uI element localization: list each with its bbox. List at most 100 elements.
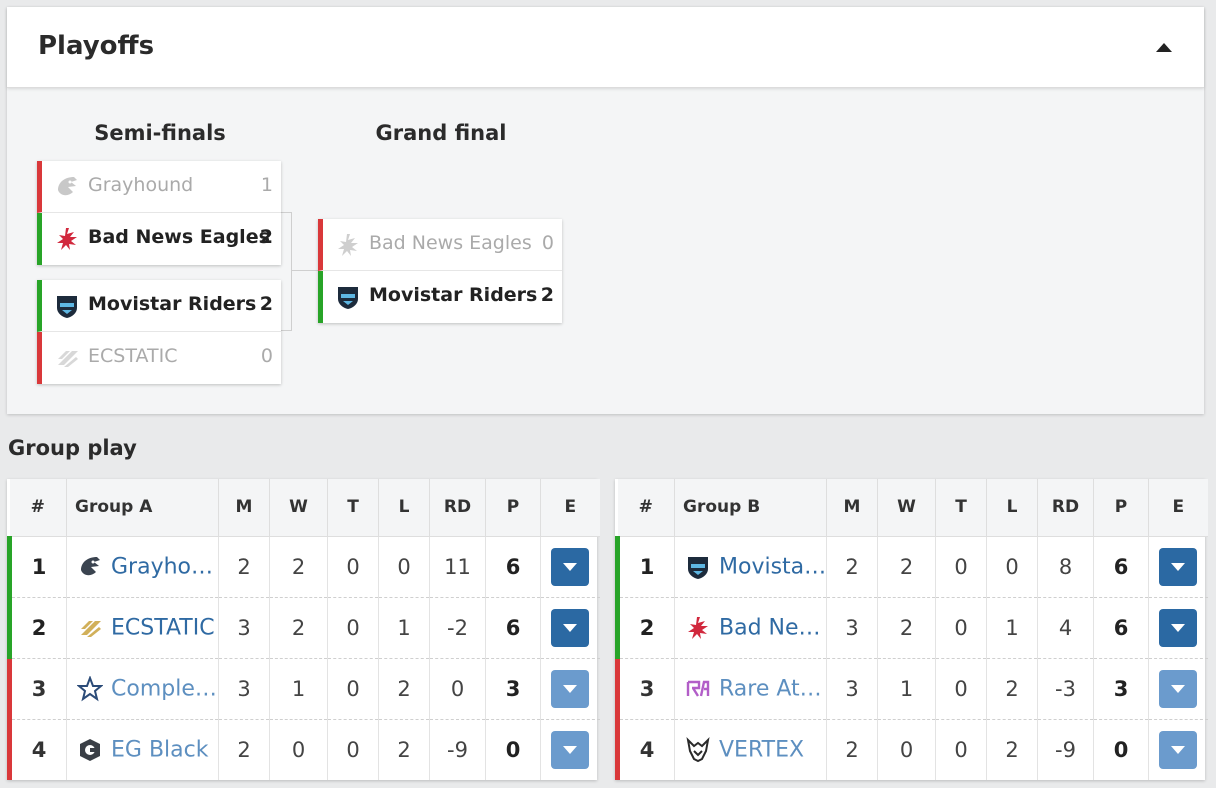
match-slot[interactable]: Bad News Eagles 0 — [318, 219, 562, 271]
col-header-losses[interactable]: L — [986, 479, 1038, 537]
table-row: 2 ECSTATIC 3 2 0 1 -2 6 — [7, 597, 600, 659]
match-slot[interactable]: ECSTATIC 0 — [37, 332, 281, 384]
matches-cell: 2 — [218, 719, 270, 780]
team-link[interactable]: EG Black — [111, 737, 208, 762]
team-link[interactable]: Bad Ne… — [719, 615, 821, 640]
col-header-wins[interactable]: W — [269, 479, 328, 537]
expand-chevron-down-button[interactable] — [1159, 669, 1198, 708]
col-header-ties[interactable]: T — [327, 479, 379, 537]
team-name: Grayhound — [88, 174, 194, 196]
team-link[interactable]: ECSTATIC — [111, 615, 215, 640]
match-slot[interactable]: Movistar Riders 2 — [318, 271, 562, 323]
bad-news-eagles-logo-icon — [685, 615, 711, 641]
rank-cell: 1 — [615, 536, 675, 598]
table-row: 4 VERTEX 2 0 0 2 -9 0 — [615, 719, 1208, 780]
expand-chevron-down-button[interactable] — [551, 669, 590, 708]
col-header-losses[interactable]: L — [378, 479, 430, 537]
team-cell[interactable]: Movista… — [674, 536, 827, 598]
col-header-matches[interactable]: M — [826, 479, 878, 537]
ecstatic-logo-icon — [77, 615, 103, 641]
team-name: Bad News Eagles — [88, 226, 270, 248]
team-name: ECSTATIC — [88, 345, 178, 367]
col-header-expand: E — [540, 479, 600, 537]
rank-cell: 3 — [7, 658, 67, 720]
wins-cell: 2 — [877, 597, 936, 659]
match-slot[interactable]: Bad News Eagles 2 — [37, 213, 281, 265]
match-slot[interactable]: Movistar Riders 2 — [37, 280, 281, 332]
eg-logo-icon — [77, 737, 103, 763]
col-header-matches[interactable]: M — [218, 479, 270, 537]
points-cell: 6 — [485, 536, 541, 598]
movistar-riders-logo-icon — [685, 554, 711, 580]
playoffs-header[interactable]: Playoffs — [7, 7, 1204, 88]
col-header-group-name[interactable]: Group A — [66, 479, 219, 537]
team-score: 0 — [541, 232, 554, 254]
team-name: Movistar Riders — [369, 284, 538, 306]
team-link[interactable]: Movista… — [719, 554, 826, 579]
match-slot[interactable]: Grayhound 1 — [37, 161, 281, 213]
team-cell[interactable]: Rare At… — [674, 658, 827, 720]
round-diff-cell: 8 — [1037, 536, 1094, 598]
losses-cell: 0 — [378, 536, 430, 598]
matches-cell: 2 — [826, 719, 878, 780]
team-cell[interactable]: Comple… — [66, 658, 219, 720]
expand-chevron-down-button[interactable] — [551, 547, 590, 586]
col-header-group-name[interactable]: Group B — [674, 479, 827, 537]
matches-cell: 3 — [218, 597, 270, 659]
wins-cell: 0 — [877, 719, 936, 780]
table-row: 1 Grayho… 2 2 0 0 11 6 — [7, 536, 600, 598]
expand-cell — [1148, 536, 1208, 598]
expand-chevron-down-button[interactable] — [551, 608, 590, 647]
wins-cell: 2 — [269, 536, 328, 598]
team-cell[interactable]: Bad Ne… — [674, 597, 827, 659]
match-semi-final-2[interactable]: Movistar Riders 2 ECSTATIC 0 — [37, 280, 281, 384]
team-name: Bad News Eagles — [369, 232, 532, 254]
team-link[interactable]: Grayho… — [111, 554, 213, 579]
col-header-rank[interactable]: # — [9, 479, 67, 537]
col-header-round-diff[interactable]: RD — [1037, 479, 1094, 537]
movistar-riders-logo-icon — [54, 293, 80, 319]
ties-cell: 0 — [935, 536, 987, 598]
col-header-wins[interactable]: W — [877, 479, 936, 537]
matches-cell: 2 — [218, 536, 270, 598]
col-header-round-diff[interactable]: RD — [429, 479, 486, 537]
group-b-table: # Group B M W T L RD P E 1 Movista… 2 2 … — [615, 479, 1208, 780]
table-header-row: # Group A M W T L RD P E — [9, 479, 600, 537]
rank-cell: 4 — [615, 719, 675, 780]
team-cell[interactable]: ECSTATIC — [66, 597, 219, 659]
expand-cell — [541, 719, 600, 780]
rank-cell: 2 — [7, 597, 67, 659]
team-cell[interactable]: VERTEX — [674, 719, 827, 780]
col-header-ties[interactable]: T — [935, 479, 987, 537]
team-score: 1 — [260, 174, 273, 196]
expand-chevron-down-button[interactable] — [1159, 730, 1198, 769]
team-link[interactable]: Comple… — [111, 676, 217, 701]
team-score: 2 — [259, 293, 273, 315]
collapse-caret-up-icon[interactable] — [1155, 40, 1173, 54]
round-diff-cell: -2 — [429, 597, 486, 659]
matches-cell: 2 — [826, 536, 878, 598]
match-grand-final[interactable]: Bad News Eagles 0 Movistar Riders 2 — [318, 219, 562, 323]
team-cell[interactable]: Grayho… — [66, 536, 219, 598]
matches-cell: 3 — [826, 658, 878, 720]
table-row: 3 Rare At… 3 1 0 2 -3 3 — [615, 658, 1208, 720]
round-diff-cell: -9 — [429, 719, 486, 780]
col-header-rank[interactable]: # — [617, 479, 675, 537]
matches-cell: 3 — [218, 658, 270, 720]
ties-cell: 0 — [935, 597, 987, 659]
col-header-points[interactable]: P — [485, 479, 541, 537]
match-semi-final-1[interactable]: Grayhound 1 Bad News Eagles 2 — [37, 161, 281, 265]
team-link[interactable]: Rare At… — [719, 676, 822, 701]
expand-chevron-down-button[interactable] — [551, 730, 590, 769]
points-cell: 0 — [485, 719, 541, 780]
expand-chevron-down-button[interactable] — [1159, 547, 1198, 586]
wins-cell: 1 — [877, 658, 936, 720]
losses-cell: 2 — [378, 719, 430, 780]
col-header-points[interactable]: P — [1093, 479, 1149, 537]
rare-atom-logo-icon — [685, 676, 711, 702]
team-link[interactable]: VERTEX — [719, 737, 804, 762]
ties-cell: 0 — [327, 536, 379, 598]
expand-chevron-down-button[interactable] — [1159, 608, 1198, 647]
team-cell[interactable]: EG Black — [66, 719, 219, 780]
expand-cell — [540, 597, 600, 659]
